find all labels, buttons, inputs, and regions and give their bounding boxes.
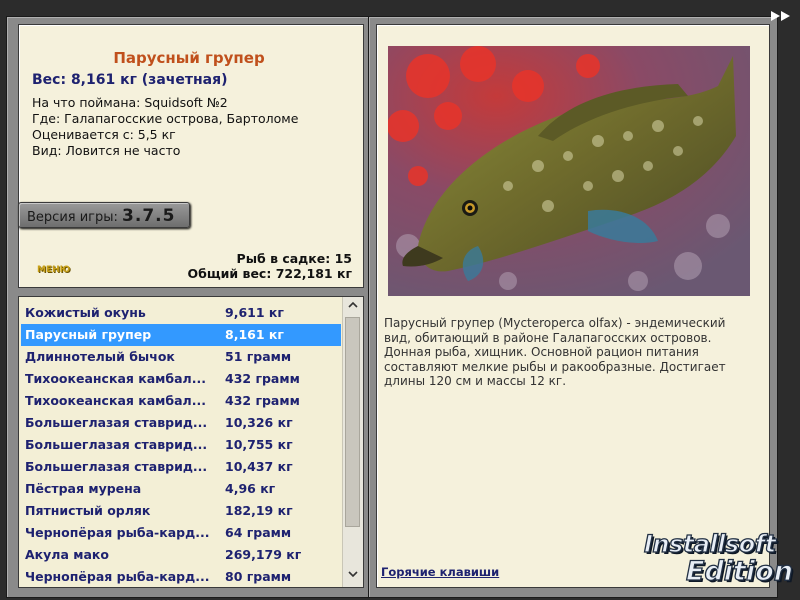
fish-name: Акула мако bbox=[25, 547, 109, 562]
chevron-up-icon[interactable] bbox=[343, 298, 363, 316]
fish-weight-cell: 8,161 кг bbox=[225, 327, 284, 342]
fish-description: Парусный групер (Mycteroperca olfax) - э… bbox=[384, 316, 726, 388]
table-row[interactable]: Тихоокеанская камбал... 432 грамм bbox=[21, 368, 341, 390]
fish-name: Кожистый окунь bbox=[25, 305, 146, 320]
chevron-down-icon[interactable] bbox=[343, 567, 363, 585]
list-scrollbar[interactable] bbox=[342, 297, 363, 587]
table-row[interactable]: Парусный групер 8,161 кг bbox=[21, 324, 341, 346]
fish-weight-cell: 51 грамм bbox=[225, 349, 292, 364]
table-row[interactable]: Большеглазая ставрид... 10,437 кг bbox=[21, 456, 341, 478]
fish-weight: Вес: 8,161 кг (зачетная) bbox=[32, 72, 228, 88]
table-row[interactable]: Большеглазая ставрид... 10,326 кг bbox=[21, 412, 341, 434]
table-row[interactable]: Чернопёрая рыба-кард... 64 грамм bbox=[21, 522, 341, 544]
fish-weight-cell: 269,179 кг bbox=[225, 547, 302, 562]
fish-name: Большеглазая ставрид... bbox=[25, 437, 208, 452]
table-row[interactable]: Акула мако 269,179 кг bbox=[21, 544, 341, 566]
version-number: 3.7.5 bbox=[122, 206, 176, 226]
fish-kind: Вид: Ловится не часто bbox=[32, 143, 181, 158]
scrollbar-thumb[interactable] bbox=[345, 317, 360, 527]
version-label: Версия игры: bbox=[27, 210, 118, 225]
fish-name: Длиннотелый бычок bbox=[25, 349, 175, 364]
fish-weight-cell: 64 грамм bbox=[225, 525, 292, 540]
total-weight: Общий вес: 722,181 кг bbox=[187, 266, 353, 281]
fish-rated: Оценивается с: 5,5 кг bbox=[32, 127, 176, 142]
fish-name: Большеглазая ставрид... bbox=[25, 459, 208, 474]
fish-name: Тихоокеанская камбал... bbox=[25, 371, 206, 386]
fish-name: Пятнистый орляк bbox=[25, 503, 151, 518]
table-row[interactable]: Кожистый окунь 9,611 кг bbox=[21, 302, 341, 324]
fish-name: Большеглазая ставрид... bbox=[25, 415, 208, 430]
fish-bait: На что поймана: Squidsoft №2 bbox=[32, 95, 228, 110]
fish-name: Пёстрая мурена bbox=[25, 481, 142, 496]
table-row[interactable]: Чернопёрая рыба-кард... 80 грамм bbox=[21, 566, 341, 587]
fish-weight-cell: 10,437 кг bbox=[225, 459, 293, 474]
version-badge: Версия игры: 3.7.5 bbox=[18, 202, 190, 228]
fish-name: Парусный групер bbox=[25, 327, 152, 342]
table-row[interactable]: Тихоокеанская камбал... 432 грамм bbox=[21, 390, 341, 412]
fish-place: Где: Галапагосские острова, Бартоломе bbox=[32, 111, 299, 126]
brand-line1: Installsoft bbox=[643, 529, 776, 558]
table-row[interactable]: Длиннотелый бычок 51 грамм bbox=[21, 346, 341, 368]
brand-line2: Edition bbox=[685, 556, 793, 587]
fish-weight-cell: 10,755 кг bbox=[225, 437, 293, 452]
fish-name: Тихоокеанская камбал... bbox=[25, 393, 206, 408]
table-row[interactable]: Большеглазая ставрид... 10,755 кг bbox=[21, 434, 341, 456]
fish-weight-cell: 80 грамм bbox=[225, 569, 292, 584]
fish-photo bbox=[388, 46, 750, 296]
fish-weight-cell: 9,611 кг bbox=[225, 305, 284, 320]
fish-count: Рыб в садке: 15 bbox=[236, 251, 352, 266]
fish-weight-cell: 4,96 кг bbox=[225, 481, 276, 496]
fish-weight-cell: 10,326 кг bbox=[225, 415, 293, 430]
hotkeys-link[interactable]: Горячие клавиши bbox=[381, 565, 499, 579]
fast-forward-icon[interactable] bbox=[770, 10, 794, 24]
fish-weight-cell: 182,19 кг bbox=[225, 503, 293, 518]
catch-list[interactable]: Кожистый окунь 9,611 кг Парусный групер 8,1… bbox=[18, 296, 364, 588]
fish-title: Парусный групер bbox=[113, 49, 265, 67]
fish-weight-cell: 432 грамм bbox=[225, 371, 300, 386]
table-row[interactable]: Пёстрая мурена 4,96 кг bbox=[21, 478, 341, 500]
table-row[interactable]: Пятнистый орляк 182,19 кг bbox=[21, 500, 341, 522]
fish-name: Чернопёрая рыба-кард... bbox=[25, 525, 210, 540]
fish-name: Чернопёрая рыба-кард... bbox=[25, 569, 210, 584]
fish-weight-cell: 432 грамм bbox=[225, 393, 300, 408]
installsoft-logo: Installsoft Edition bbox=[643, 529, 793, 587]
menu-logo[interactable]: МЕНЮ bbox=[37, 265, 70, 275]
